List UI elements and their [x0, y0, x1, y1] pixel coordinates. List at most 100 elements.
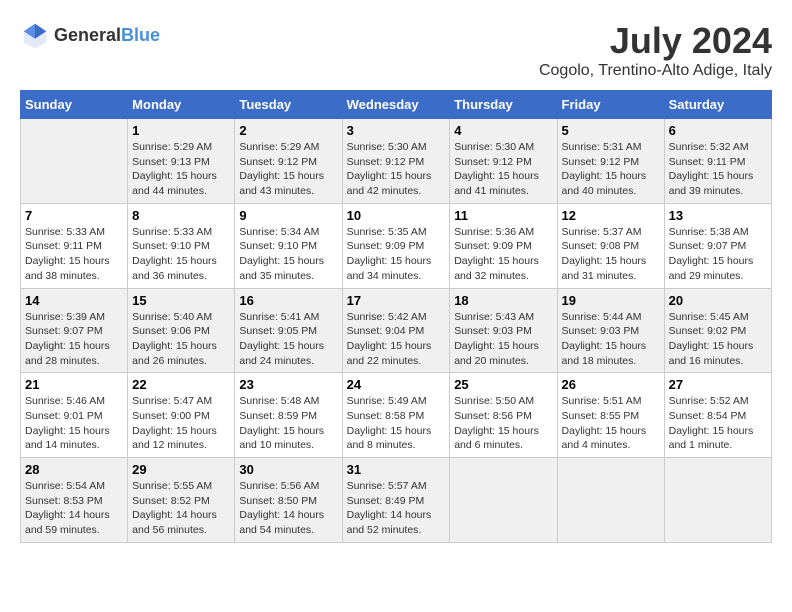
calendar-week-row: 7Sunrise: 5:33 AMSunset: 9:11 PMDaylight…: [21, 203, 772, 288]
logo-blue: Blue: [121, 25, 160, 45]
calendar-cell: 16Sunrise: 5:41 AMSunset: 9:05 PMDayligh…: [235, 288, 342, 373]
logo: GeneralBlue: [20, 20, 160, 50]
day-number: 3: [347, 123, 446, 138]
day-info: Sunrise: 5:49 AMSunset: 8:58 PMDaylight:…: [347, 394, 446, 453]
calendar-week-row: 21 Sunrise: 5:46 AMSunset: 9:01 PMDayligh…: [21, 373, 772, 458]
day-number: 30: [239, 462, 337, 477]
calendar-cell: 4 Sunrise: 5:30 AMSunset: 9:12 PMDaylight…: [450, 119, 557, 204]
weekday-header-monday: Monday: [128, 91, 235, 119]
calendar-cell: 5 Sunrise: 5:31 AMSunset: 9:12 PMDaylight…: [557, 119, 664, 204]
logo-icon: [20, 20, 50, 50]
day-number: 10: [347, 208, 446, 223]
day-number: 6: [669, 123, 767, 138]
calendar-cell: 2 Sunrise: 5:29 AMSunset: 9:12 PMDaylight…: [235, 119, 342, 204]
day-info: Sunrise: 5:52 AMSunset: 8:54 PMDaylight:…: [669, 394, 767, 453]
day-number: 27: [669, 377, 767, 392]
day-info: Sunrise: 5:48 AMSunset: 8:59 PMDaylight:…: [239, 394, 337, 453]
calendar-cell: 17Sunrise: 5:42 AMSunset: 9:04 PMDayligh…: [342, 288, 450, 373]
calendar-cell: [21, 119, 128, 204]
calendar-cell: 23 Sunrise: 5:48 AMSunset: 8:59 PMDayligh…: [235, 373, 342, 458]
calendar-cell: 27 Sunrise: 5:52 AMSunset: 8:54 PMDayligh…: [664, 373, 771, 458]
day-info: Sunrise: 5:35 AMSunset: 9:09 PMDaylight:…: [347, 225, 446, 284]
calendar-cell: 28 Sunrise: 5:54 AMSunset: 8:53 PMDayligh…: [21, 458, 128, 543]
calendar-cell: 31Sunrise: 5:57 AMSunset: 8:49 PMDayligh…: [342, 458, 450, 543]
day-info: Sunrise: 5:29 AMSunset: 9:12 PMDaylight:…: [239, 140, 337, 199]
day-number: 19: [562, 293, 660, 308]
calendar-cell: 14 Sunrise: 5:39 AMSunset: 9:07 PMDayligh…: [21, 288, 128, 373]
calendar-cell: 12Sunrise: 5:37 AMSunset: 9:08 PMDayligh…: [557, 203, 664, 288]
day-info: Sunrise: 5:56 AMSunset: 8:50 PMDaylight:…: [239, 479, 337, 538]
calendar-cell: 19 Sunrise: 5:44 AMSunset: 9:03 PMDayligh…: [557, 288, 664, 373]
day-number: 28: [25, 462, 123, 477]
page-header: GeneralBlue July 2024 Cogolo, Trentino-A…: [20, 20, 772, 80]
day-info: Sunrise: 5:32 AMSunset: 9:11 PMDaylight:…: [669, 140, 767, 199]
weekday-header-wednesday: Wednesday: [342, 91, 450, 119]
weekday-header-tuesday: Tuesday: [235, 91, 342, 119]
calendar-week-row: 14 Sunrise: 5:39 AMSunset: 9:07 PMDayligh…: [21, 288, 772, 373]
month-year-title: July 2024: [539, 20, 772, 62]
calendar-cell: 3 Sunrise: 5:30 AMSunset: 9:12 PMDaylight…: [342, 119, 450, 204]
day-number: 9: [239, 208, 337, 223]
day-number: 22: [132, 377, 230, 392]
day-info: Sunrise: 5:38 AMSunset: 9:07 PMDaylight:…: [669, 225, 767, 284]
day-info: Sunrise: 5:46 AMSunset: 9:01 PMDaylight:…: [25, 394, 123, 453]
day-info: Sunrise: 5:30 AMSunset: 9:12 PMDaylight:…: [454, 140, 552, 199]
day-info: Sunrise: 5:44 AMSunset: 9:03 PMDaylight:…: [562, 310, 660, 369]
day-number: 31: [347, 462, 446, 477]
day-info: Sunrise: 5:31 AMSunset: 9:12 PMDaylight:…: [562, 140, 660, 199]
day-number: 21: [25, 377, 123, 392]
calendar-cell: 9Sunrise: 5:34 AMSunset: 9:10 PMDaylight…: [235, 203, 342, 288]
day-number: 13: [669, 208, 767, 223]
day-number: 2: [239, 123, 337, 138]
weekday-header-friday: Friday: [557, 91, 664, 119]
title-block: July 2024 Cogolo, Trentino-Alto Adige, I…: [539, 20, 772, 80]
calendar-cell: [450, 458, 557, 543]
day-info: Sunrise: 5:30 AMSunset: 9:12 PMDaylight:…: [347, 140, 446, 199]
day-info: Sunrise: 5:36 AMSunset: 9:09 PMDaylight:…: [454, 225, 552, 284]
calendar-cell: 11Sunrise: 5:36 AMSunset: 9:09 PMDayligh…: [450, 203, 557, 288]
day-number: 25: [454, 377, 552, 392]
calendar-cell: 15 Sunrise: 5:40 AMSunset: 9:06 PMDayligh…: [128, 288, 235, 373]
day-info: Sunrise: 5:55 AMSunset: 8:52 PMDaylight:…: [132, 479, 230, 538]
calendar-cell: 30 Sunrise: 5:56 AMSunset: 8:50 PMDayligh…: [235, 458, 342, 543]
weekday-header-saturday: Saturday: [664, 91, 771, 119]
calendar-cell: 1 Sunrise: 5:29 AMSunset: 9:13 PMDaylight…: [128, 119, 235, 204]
calendar-cell: 26Sunrise: 5:51 AMSunset: 8:55 PMDayligh…: [557, 373, 664, 458]
day-number: 15: [132, 293, 230, 308]
calendar-table: SundayMondayTuesdayWednesdayThursdayFrid…: [20, 90, 772, 543]
calendar-cell: 22Sunrise: 5:47 AMSunset: 9:00 PMDayligh…: [128, 373, 235, 458]
calendar-cell: 29 Sunrise: 5:55 AMSunset: 8:52 PMDayligh…: [128, 458, 235, 543]
calendar-week-row: 1 Sunrise: 5:29 AMSunset: 9:13 PMDaylight…: [21, 119, 772, 204]
day-number: 20: [669, 293, 767, 308]
day-info: Sunrise: 5:50 AMSunset: 8:56 PMDaylight:…: [454, 394, 552, 453]
day-number: 12: [562, 208, 660, 223]
location-subtitle: Cogolo, Trentino-Alto Adige, Italy: [539, 62, 772, 80]
day-number: 24: [347, 377, 446, 392]
day-number: 1: [132, 123, 230, 138]
calendar-week-row: 28 Sunrise: 5:54 AMSunset: 8:53 PMDayligh…: [21, 458, 772, 543]
day-number: 17: [347, 293, 446, 308]
day-number: 8: [132, 208, 230, 223]
day-info: Sunrise: 5:54 AMSunset: 8:53 PMDaylight:…: [25, 479, 123, 538]
day-number: 26: [562, 377, 660, 392]
calendar-cell: 7Sunrise: 5:33 AMSunset: 9:11 PMDaylight…: [21, 203, 128, 288]
day-info: Sunrise: 5:39 AMSunset: 9:07 PMDaylight:…: [25, 310, 123, 369]
day-info: Sunrise: 5:43 AMSunset: 9:03 PMDaylight:…: [454, 310, 552, 369]
day-number: 14: [25, 293, 123, 308]
calendar-cell: 13 Sunrise: 5:38 AMSunset: 9:07 PMDayligh…: [664, 203, 771, 288]
calendar-cell: 24 Sunrise: 5:49 AMSunset: 8:58 PMDayligh…: [342, 373, 450, 458]
day-number: 23: [239, 377, 337, 392]
calendar-cell: 25 Sunrise: 5:50 AMSunset: 8:56 PMDayligh…: [450, 373, 557, 458]
day-info: Sunrise: 5:40 AMSunset: 9:06 PMDaylight:…: [132, 310, 230, 369]
day-number: 29: [132, 462, 230, 477]
calendar-cell: [557, 458, 664, 543]
day-number: 4: [454, 123, 552, 138]
calendar-cell: 6 Sunrise: 5:32 AMSunset: 9:11 PMDaylight…: [664, 119, 771, 204]
logo-text: GeneralBlue: [54, 25, 160, 46]
day-info: Sunrise: 5:45 AMSunset: 9:02 PMDaylight:…: [669, 310, 767, 369]
day-number: 5: [562, 123, 660, 138]
day-number: 18: [454, 293, 552, 308]
day-number: 16: [239, 293, 337, 308]
weekday-header-sunday: Sunday: [21, 91, 128, 119]
day-info: Sunrise: 5:29 AMSunset: 9:13 PMDaylight:…: [132, 140, 230, 199]
